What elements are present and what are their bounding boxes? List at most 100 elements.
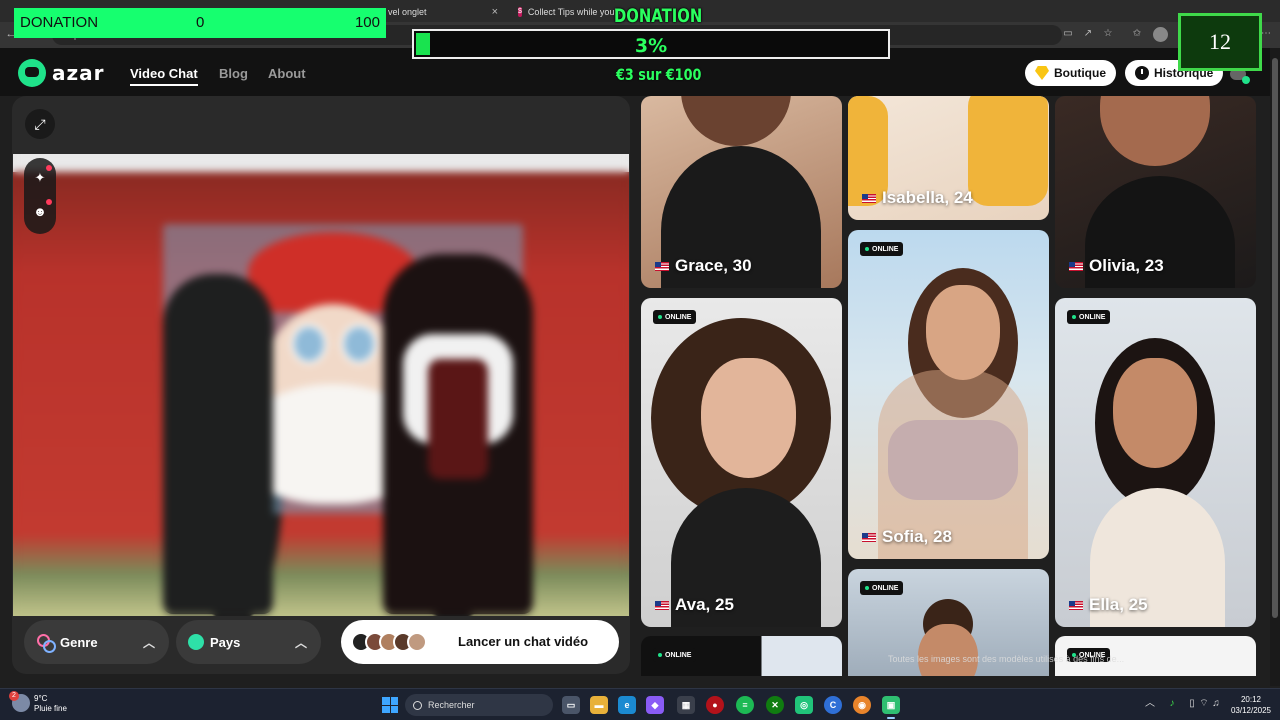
clock-time: 20:12 — [1240, 695, 1262, 704]
battery-icon[interactable]: ▯ — [1186, 698, 1198, 710]
store-icon[interactable]: ▦ — [677, 696, 695, 714]
task-view-icon[interactable]: ▭ — [562, 696, 580, 714]
tab-label: Collect Tips while you're — [527, 7, 620, 17]
weather-widget[interactable]: 9°C Pluie fine — [9, 691, 67, 714]
gender-label: Genre — [60, 634, 98, 650]
us-flag-icon — [1069, 600, 1083, 610]
app-c-icon[interactable]: C — [824, 696, 842, 714]
avatar-stack — [351, 632, 433, 652]
profile-card[interactable]: Isabella, 24 — [848, 96, 1049, 220]
online-badge: ONLINE — [860, 581, 904, 595]
xbox-icon[interactable]: ✕ — [766, 696, 784, 714]
azar-logo[interactable]: azar — [18, 59, 105, 87]
shop-label: Boutique — [1054, 66, 1106, 80]
close-icon[interactable]: × — [492, 6, 498, 18]
system-clock[interactable]: 20:12 03/12/2025 — [1228, 694, 1274, 716]
donation-title: DONATION — [614, 5, 703, 27]
profile-card[interactable]: Olivia, 23 — [1055, 96, 1256, 288]
weather-icon — [9, 691, 30, 712]
scrollbar-thumb[interactable] — [1272, 58, 1278, 618]
donation-goal: 100 — [354, 14, 380, 31]
volume-icon[interactable]: ♫ — [1210, 698, 1222, 710]
profile-card[interactable]: ONLINE — [641, 636, 842, 676]
donation-percent: 3% — [634, 35, 668, 57]
cast-icon[interactable]: ▭ — [1062, 28, 1074, 40]
logo-text: azar — [52, 61, 105, 85]
profile-name: Grace, 30 — [655, 256, 752, 276]
spotify-icon[interactable]: ≡ — [736, 696, 754, 714]
us-flag-icon — [862, 532, 876, 542]
start-label: Lancer un chat vidéo — [458, 634, 589, 649]
favorites-icon[interactable]: ✩ — [1131, 28, 1143, 40]
donation-counter-bar: DONATION 0 100 — [14, 8, 386, 38]
donation-progress-bar: 3% — [412, 29, 890, 59]
taskbar-search[interactable]: Rechercher — [405, 694, 553, 716]
profile-name: Ella, 25 — [1069, 595, 1148, 615]
globe-icon — [188, 634, 204, 650]
start-video-chat-button[interactable]: Lancer un chat vidéo — [341, 620, 619, 664]
gem-icon — [1035, 66, 1049, 80]
us-flag-icon — [655, 600, 669, 610]
app-icon[interactable]: ● — [706, 696, 724, 714]
nav-video-chat[interactable]: Video Chat — [130, 66, 198, 86]
temperature: 9°C — [34, 694, 48, 703]
browser-tab-tips[interactable]: $ Collect Tips while you're — [510, 2, 620, 22]
online-badge: ONLINE — [1067, 310, 1111, 324]
us-flag-icon — [655, 261, 669, 271]
search-icon — [413, 700, 422, 710]
expand-icon[interactable]: ⤢ — [25, 109, 55, 139]
clock-icon — [1135, 66, 1149, 80]
profile-name: Ava, 25 — [655, 595, 734, 615]
page-scrollbar[interactable] — [1270, 48, 1280, 686]
windows-start-icon[interactable] — [382, 697, 398, 713]
microphone-icon[interactable]: ♪ — [1166, 698, 1178, 710]
donation-current: 0 — [196, 14, 205, 31]
nav-about[interactable]: About — [268, 66, 306, 81]
chevron-up-icon: ︿ — [142, 636, 155, 650]
face-filter-icon[interactable]: ☻ — [32, 204, 48, 220]
donation-label: DONATION — [20, 14, 99, 31]
profile-name: Isabella, 24 — [862, 188, 973, 208]
file-explorer-icon[interactable]: ▬ — [590, 696, 608, 714]
nav-blog[interactable]: Blog — [219, 66, 248, 81]
online-badge: ONLINE — [653, 648, 697, 662]
chrome-icon[interactable]: ◉ — [853, 696, 871, 714]
obs-app-icon[interactable]: ▣ — [882, 696, 900, 719]
profile-card[interactable]: ONLINE Sofia, 28 — [848, 230, 1049, 559]
bookmark-star-icon[interactable]: ☆ — [1102, 28, 1114, 40]
app-icon[interactable]: ◎ — [795, 696, 813, 714]
viewer-counter: 12 — [1178, 13, 1262, 71]
gender-filter[interactable]: Genre ︿ — [24, 620, 169, 664]
profile-card[interactable]: ONLINE Ava, 25 — [641, 298, 842, 627]
video-panel: ⤢ — [12, 96, 630, 674]
gender-icon — [36, 633, 56, 653]
chevron-up-icon: ︿ — [294, 636, 307, 650]
shop-button[interactable]: Boutique — [1025, 60, 1116, 86]
notification-dot — [1242, 76, 1250, 84]
us-flag-icon — [862, 193, 876, 203]
country-filter[interactable]: Pays ︿ — [176, 620, 321, 664]
images-disclaimer: Toutes les images sont des modèles utili… — [888, 654, 1125, 664]
sparkle-effects-icon[interactable]: ✦ — [32, 170, 48, 186]
open-external-icon[interactable]: ↗ — [1082, 28, 1094, 40]
profile-gallery: Grace, 30 Isabella, 24 Olivia, 23 ONLINE… — [640, 96, 1270, 676]
network-icon[interactable]: ⌔ — [1198, 698, 1210, 710]
online-badge: ONLINE — [860, 242, 904, 256]
weather-condition: Pluie fine — [34, 704, 67, 713]
screen: vel onglet × $ Collect Tips while you're… — [0, 0, 1280, 720]
edge-browser-icon[interactable]: e — [618, 696, 636, 714]
profile-card[interactable]: Grace, 30 — [641, 96, 842, 288]
country-label: Pays — [210, 634, 241, 650]
profile-name: Olivia, 23 — [1069, 256, 1164, 276]
copilot-icon[interactable]: ◆ — [646, 696, 664, 714]
browser-tab-new[interactable]: vel onglet × — [380, 2, 506, 22]
new-indicator-dot — [46, 165, 52, 171]
profile-avatar[interactable] — [1153, 27, 1168, 42]
search-placeholder: Rechercher — [428, 700, 475, 710]
profile-card[interactable]: ONLINE Ella, 25 — [1055, 298, 1256, 627]
us-flag-icon — [1069, 261, 1083, 271]
azar-logo-icon — [18, 59, 46, 87]
clock-date: 03/12/2025 — [1230, 706, 1272, 715]
chevron-up-icon[interactable]: ︿ — [1144, 698, 1156, 710]
new-indicator-dot — [46, 199, 52, 205]
